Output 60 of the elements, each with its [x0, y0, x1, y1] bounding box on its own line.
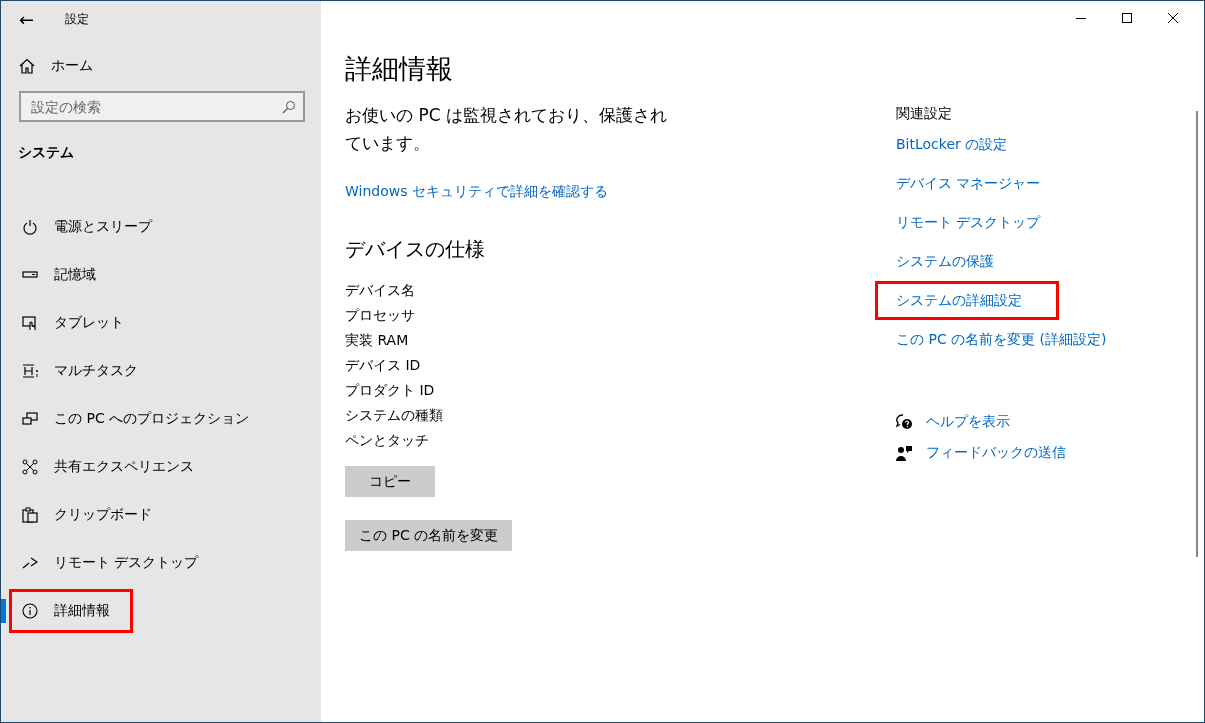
power-icon: [22, 219, 38, 235]
nav-label: マルチタスク: [54, 362, 138, 380]
rename-button[interactable]: この PC の名前を変更: [345, 520, 513, 551]
related-link[interactable]: リモート デスクトップ: [896, 213, 1041, 232]
section-heading: 関連設定: [896, 104, 953, 123]
projection-icon: [22, 411, 38, 427]
related-link[interactable]: システムの詳細設定: [896, 291, 1022, 310]
nav-item[interactable]: この PC へのプロジェクション: [1, 395, 321, 443]
nav-item[interactable]: 電源とスリープ: [1, 203, 321, 251]
nav-item[interactable]: タブレット: [1, 299, 321, 347]
tablet-icon: [22, 315, 38, 331]
spec-label: プロダクト ID: [345, 381, 435, 400]
page-title: 詳細情報: [345, 52, 454, 86]
scrollbar[interactable]: [1196, 111, 1198, 557]
nav-item[interactable]: 記憶域: [1, 251, 321, 299]
section-heading: システム: [18, 144, 75, 162]
maximize-icon: [1122, 13, 1132, 23]
help-icon: [896, 413, 912, 430]
spec-label: ペンとタッチ: [345, 431, 429, 450]
nav-item[interactable]: 詳細情報: [1, 587, 321, 635]
help-link[interactable]: フィードバックの送信: [926, 443, 1066, 462]
close-icon: [1168, 13, 1178, 23]
nav-label: タブレット: [54, 314, 124, 332]
nav-label: クリップボード: [54, 506, 152, 524]
window-title: 設定: [65, 10, 89, 28]
share-icon: [22, 459, 38, 475]
related-link[interactable]: この PC の名前を変更 (詳細設定): [896, 330, 1107, 349]
home-icon: [19, 58, 35, 74]
spec-label: プロセッサ: [345, 306, 415, 325]
spec-label: デバイス名: [345, 281, 415, 300]
nav-label: リモート デスクトップ: [54, 554, 199, 572]
nav-label: この PC へのプロジェクション: [54, 410, 250, 428]
nav-label: 共有エクスペリエンス: [54, 458, 194, 476]
search-field[interactable]: 設定の検索: [19, 91, 305, 122]
search-icon: [282, 100, 296, 114]
multitask-icon: [22, 363, 38, 379]
nav-label: 電源とスリープ: [54, 218, 152, 236]
spec-label: 実装 RAM: [345, 331, 409, 350]
help-link[interactable]: ヘルプを表示: [926, 412, 1010, 431]
status-text: お使いの PC は監視されており、保護されています。: [345, 104, 668, 155]
nav-label: 記憶域: [54, 266, 96, 284]
remote-icon: [22, 555, 38, 571]
nav-item[interactable]: 共有エクスペリエンス: [1, 443, 321, 491]
related-link[interactable]: デバイス マネージャー: [896, 174, 1041, 193]
nav-item[interactable]: リモート デスクトップ: [1, 539, 321, 587]
clipboard-icon: [22, 507, 38, 523]
related-link[interactable]: システムの保護: [896, 252, 994, 271]
spec-label: システムの種類: [345, 406, 443, 425]
home-link[interactable]: ホーム: [19, 57, 93, 75]
info-icon: [22, 603, 38, 619]
related-link[interactable]: BitLocker の設定: [896, 135, 1008, 154]
feedback-icon: [896, 444, 912, 461]
spec-label: デバイス ID: [345, 356, 421, 375]
section-heading: デバイスの仕様: [345, 236, 486, 263]
security-link[interactable]: Windows セキュリティで詳細を確認する: [345, 183, 608, 201]
nav-label: 詳細情報: [54, 602, 110, 620]
nav-item[interactable]: クリップボード: [1, 491, 321, 539]
copy-button[interactable]: コピー: [345, 466, 435, 497]
back-button[interactable]: ←: [19, 8, 37, 30]
nav-item[interactable]: マルチタスク: [1, 347, 321, 395]
